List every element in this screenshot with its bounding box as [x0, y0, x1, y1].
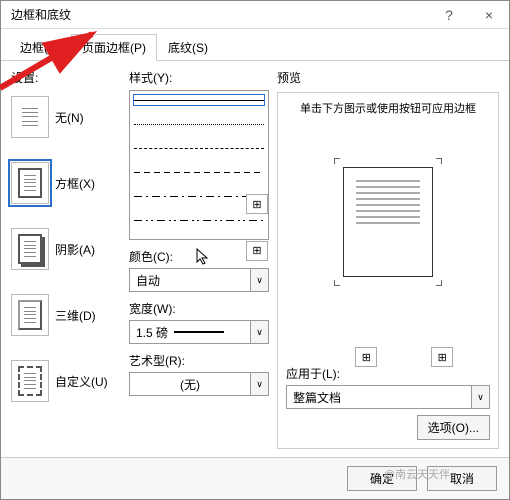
- help-button[interactable]: ?: [429, 1, 469, 29]
- preview-box: 单击下方图示或使用按钮可应用边框 ⊞ ⊞ ⊞ ⊞ 应用于(L):: [277, 92, 499, 449]
- setting-threed[interactable]: 三维(D): [11, 294, 121, 336]
- edge-button-bottom1[interactable]: ⊞: [355, 347, 377, 367]
- setting-box-label: 方框(X): [55, 175, 95, 192]
- style-option-dashed-small[interactable]: [134, 143, 264, 153]
- crop-mark-icon: [436, 158, 442, 164]
- art-dropdown-icon[interactable]: ∨: [250, 373, 268, 395]
- setting-box[interactable]: 方框(X): [11, 162, 121, 204]
- art-value: (无): [130, 373, 250, 395]
- options-row: 选项(O)...: [286, 415, 490, 440]
- width-label: 宽度(W):: [129, 300, 269, 317]
- style-option-dashed[interactable]: [134, 167, 264, 177]
- preview-label: 预览: [277, 69, 499, 86]
- watermark-text: @南云天天伴: [384, 466, 450, 482]
- close-button[interactable]: ×: [469, 1, 509, 29]
- preview-column: 预览 单击下方图示或使用按钮可应用边框 ⊞ ⊞ ⊞ ⊞: [277, 69, 499, 449]
- settings-label: 设置:: [11, 69, 121, 86]
- color-value: 自动: [130, 269, 250, 291]
- options-button[interactable]: 选项(O)...: [417, 415, 490, 440]
- tabs: 边框(B) 页面边框(P) 底纹(S): [1, 29, 509, 61]
- style-option-solid[interactable]: [134, 95, 264, 105]
- width-group: 宽度(W): 1.5 磅 ∨: [129, 300, 269, 344]
- edge-button-left1[interactable]: ⊞: [246, 194, 268, 214]
- setting-none[interactable]: 无(N): [11, 96, 121, 138]
- preview-hint: 单击下方图示或使用按钮可应用边框: [286, 101, 490, 118]
- tab-page-border[interactable]: 页面边框(P): [71, 34, 157, 61]
- apply-value: 整篇文档: [287, 386, 471, 408]
- style-list[interactable]: [129, 90, 269, 240]
- style-option-dashdot[interactable]: [134, 191, 264, 201]
- setting-custom[interactable]: 自定义(U): [11, 360, 121, 402]
- dialog-title: 边框和底纹: [1, 6, 429, 23]
- preview-area: ⊞ ⊞ ⊞ ⊞: [286, 130, 490, 316]
- preview-page[interactable]: [343, 167, 433, 277]
- width-combo[interactable]: 1.5 磅 ∨: [129, 320, 269, 344]
- dialog-borders-shading: 边框和底纹 ? × 边框(B) 页面边框(P) 底纹(S) 设置: 无(N) 方…: [0, 0, 510, 500]
- settings-column: 设置: 无(N) 方框(X) 阴影(A) 三维(D) 自定义(U): [11, 69, 121, 449]
- style-option-dashdotdot[interactable]: [134, 215, 264, 225]
- color-dropdown-icon[interactable]: ∨: [250, 269, 268, 291]
- width-value: 1.5 磅: [130, 321, 250, 343]
- apply-dropdown-icon[interactable]: ∨: [471, 386, 489, 408]
- style-option-dotted[interactable]: [134, 119, 264, 129]
- tab-shading[interactable]: 底纹(S): [157, 34, 219, 61]
- setting-custom-label: 自定义(U): [55, 373, 108, 390]
- apply-group: 应用于(L): 整篇文档 ∨: [286, 365, 490, 409]
- style-label: 样式(Y):: [129, 69, 269, 86]
- apply-combo[interactable]: 整篇文档 ∨: [286, 385, 490, 409]
- cursor-icon: [196, 248, 212, 269]
- art-group: 艺术型(R): (无) ∨: [129, 352, 269, 396]
- setting-shadow-label: 阴影(A): [55, 241, 95, 258]
- setting-threed-label: 三维(D): [55, 307, 96, 324]
- titlebar: 边框和底纹 ? ×: [1, 1, 509, 29]
- art-combo[interactable]: (无) ∨: [129, 372, 269, 396]
- edge-button-left2[interactable]: ⊞: [246, 241, 268, 261]
- crop-mark-icon: [334, 158, 340, 164]
- apply-label: 应用于(L):: [286, 365, 490, 382]
- color-combo[interactable]: 自动 ∨: [129, 268, 269, 292]
- width-dropdown-icon[interactable]: ∨: [250, 321, 268, 343]
- setting-shadow[interactable]: 阴影(A): [11, 228, 121, 270]
- content: 设置: 无(N) 方框(X) 阴影(A) 三维(D) 自定义(U): [1, 61, 509, 457]
- crop-mark-icon: [334, 280, 340, 286]
- setting-none-label: 无(N): [55, 109, 84, 126]
- art-label: 艺术型(R):: [129, 352, 269, 369]
- crop-mark-icon: [436, 280, 442, 286]
- tab-border[interactable]: 边框(B): [9, 34, 71, 61]
- edge-button-bottom2[interactable]: ⊞: [431, 347, 453, 367]
